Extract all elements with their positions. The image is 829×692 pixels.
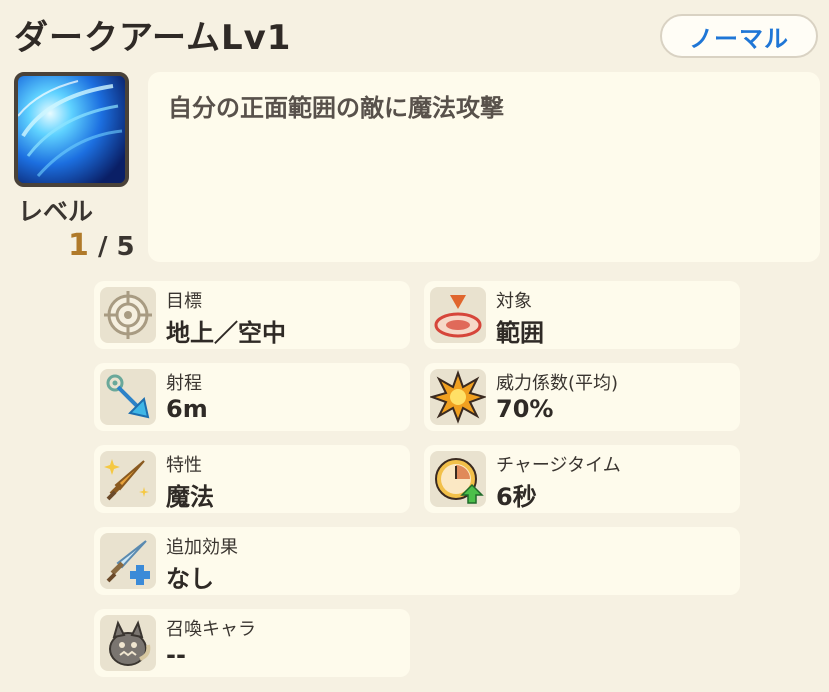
stat-value: なし	[166, 565, 214, 593]
stat-label: 召喚キャラ	[166, 619, 256, 640]
clock-up-icon	[430, 451, 486, 507]
skill-description: 自分の正面範囲の敵に魔法攻撃	[168, 94, 504, 122]
rarity-badge: ノーマル	[660, 14, 818, 58]
level-label: レベル	[18, 197, 94, 226]
level-value: 1 / 5	[68, 228, 135, 263]
sword-plus-icon	[100, 533, 156, 589]
stat-range: 射程 6m	[94, 363, 410, 431]
dark-arm-skill-icon	[14, 72, 129, 187]
stat-label: チャージタイム	[496, 455, 621, 476]
stat-value: 魔法	[166, 483, 214, 511]
stat-label: 威力係数(平均)	[496, 373, 619, 394]
stat-value: 地上／空中	[166, 319, 286, 347]
stat-extra: 追加効果 なし	[94, 527, 740, 595]
stat-label: 対象	[496, 291, 532, 312]
description-panel: 自分の正面範囲の敵に魔法攻撃	[148, 72, 820, 262]
stat-summon: 召喚キャラ --	[94, 609, 410, 677]
stat-power: 威力係数(平均) 70%	[424, 363, 740, 431]
stat-target: 目標 地上／空中	[94, 281, 410, 349]
stat-label: 特性	[166, 455, 202, 476]
area-target-icon	[430, 287, 486, 343]
stat-label: 目標	[166, 291, 202, 312]
sword-sparkle-icon	[100, 451, 156, 507]
stat-value: 70%	[496, 395, 554, 423]
stat-object: 対象 範囲	[424, 281, 740, 349]
skill-title: ダークアームLv1	[14, 18, 292, 58]
stat-charge: チャージタイム 6秒	[424, 445, 740, 513]
stat-label: 射程	[166, 373, 202, 394]
stat-value: --	[166, 641, 186, 669]
stat-value: 範囲	[496, 319, 544, 347]
stat-label: 追加効果	[166, 537, 238, 558]
stat-value: 6m	[166, 395, 208, 423]
summon-creature-icon	[100, 615, 156, 671]
explosion-icon	[430, 369, 486, 425]
range-arrow-icon	[100, 369, 156, 425]
stat-trait: 特性 魔法	[94, 445, 410, 513]
stat-value: 6秒	[496, 483, 537, 511]
level-current: 1	[68, 228, 89, 263]
crosshair-icon	[100, 287, 156, 343]
level-max: / 5	[97, 232, 135, 262]
